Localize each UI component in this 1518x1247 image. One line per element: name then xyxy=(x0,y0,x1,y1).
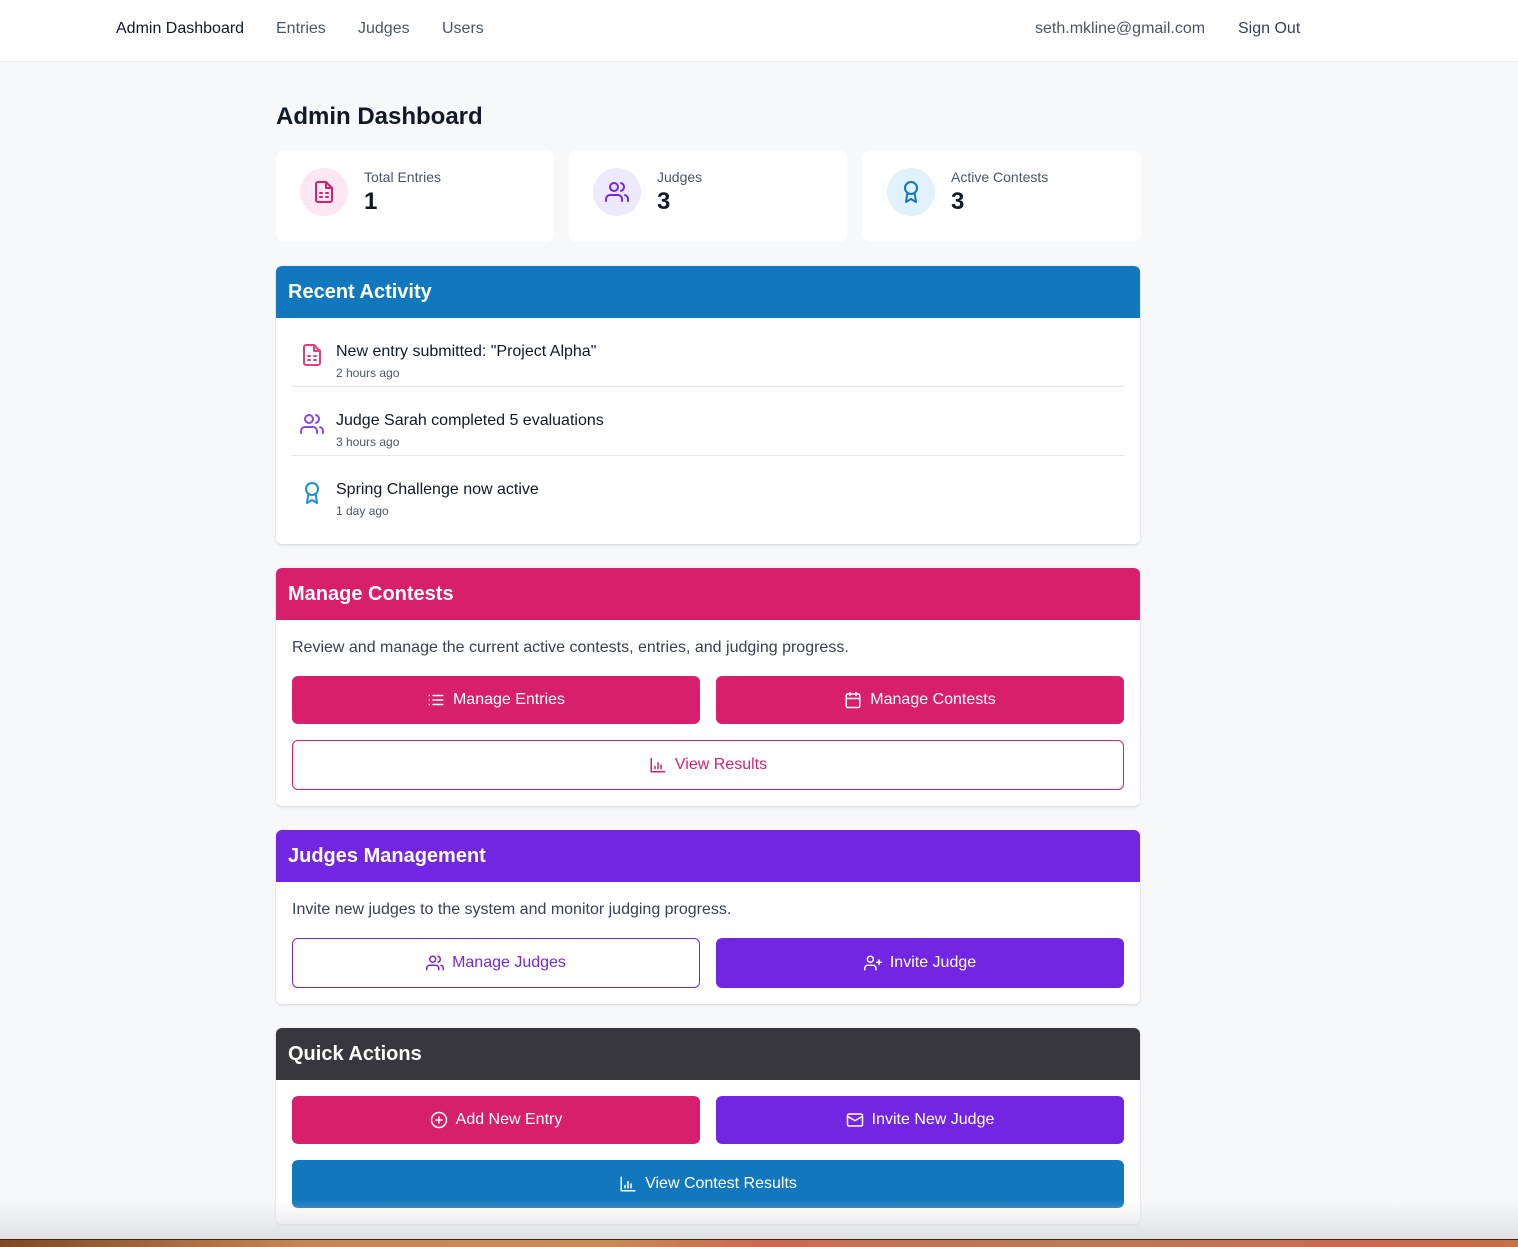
invite-judge-button[interactable]: Invite Judge xyxy=(716,938,1124,988)
user-plus-icon xyxy=(863,955,882,971)
users-icon xyxy=(593,168,641,216)
activity-item: Spring Challenge now active 1 day ago xyxy=(292,456,1124,525)
nav-link-entries[interactable]: Entries xyxy=(276,19,326,39)
stat-card-active-contests: Active Contests 3 xyxy=(863,150,1141,242)
judges-management-panel: Judges Management Invite new judges to t… xyxy=(276,830,1140,1004)
users-icon xyxy=(300,412,324,436)
stat-label: Judges xyxy=(657,169,703,185)
view-contest-results-button[interactable]: View Contest Results xyxy=(292,1160,1124,1208)
manage-judges-button[interactable]: Manage Judges xyxy=(292,938,700,988)
bar-chart-icon xyxy=(620,1176,636,1192)
button-label: Manage Entries xyxy=(452,691,566,708)
stat-card-total-entries: Total Entries 1 xyxy=(276,150,554,242)
view-results-button[interactable]: View Results xyxy=(292,740,1124,790)
activity-item: New entry submitted: "Project Alpha" 2 h… xyxy=(292,318,1124,387)
manage-contests-panel: Manage Contests Review and manage the cu… xyxy=(276,568,1140,806)
button-label: Invite New Judge xyxy=(871,1111,995,1128)
calendar-icon xyxy=(845,691,861,709)
panel-description: Review and manage the current active con… xyxy=(292,639,849,656)
stat-value: 1 xyxy=(364,188,378,215)
plus-circle-icon xyxy=(430,1111,447,1129)
panel-header: Recent Activity xyxy=(276,266,1140,318)
desktop-wallpaper-strip xyxy=(0,1239,1518,1247)
panel-header: Manage Contests xyxy=(276,568,1140,620)
bar-chart-icon xyxy=(650,757,666,773)
stat-value: 3 xyxy=(951,188,965,215)
button-label: Manage Contests xyxy=(870,691,996,708)
stat-label: Total Entries xyxy=(364,169,442,185)
list-icon xyxy=(428,694,444,706)
nav-link-users[interactable]: Users xyxy=(442,19,484,39)
activity-text: New entry submitted: "Project Alpha" xyxy=(336,343,597,360)
activity-text: Judge Sarah completed 5 evaluations xyxy=(336,412,604,429)
button-label: View Contest Results xyxy=(645,1175,797,1192)
top-navigation: Admin Dashboard Entries Judges Users set… xyxy=(0,0,1518,62)
page-title: Admin Dashboard xyxy=(276,103,483,130)
add-new-entry-button[interactable]: Add New Entry xyxy=(292,1096,700,1144)
quick-actions-panel: Quick Actions Add New Entry Invite New J… xyxy=(276,1028,1140,1224)
button-label: Invite Judge xyxy=(889,954,977,971)
button-label: Manage Judges xyxy=(452,954,566,971)
button-label: Add New Entry xyxy=(455,1111,563,1128)
award-icon xyxy=(887,168,935,216)
activity-text: Spring Challenge now active xyxy=(336,481,539,498)
users-icon xyxy=(426,955,445,971)
nav-link-judges[interactable]: Judges xyxy=(358,19,410,39)
panel-header: Quick Actions xyxy=(276,1028,1140,1080)
panel-description: Invite new judges to the system and moni… xyxy=(292,901,732,918)
manage-contests-button[interactable]: Manage Contests xyxy=(716,676,1124,724)
activity-item: Judge Sarah completed 5 evaluations 3 ho… xyxy=(292,387,1124,456)
recent-activity-panel: Recent Activity New entry submitted: "Pr… xyxy=(276,266,1140,544)
award-icon xyxy=(300,481,324,505)
sign-out-link[interactable]: Sign Out xyxy=(1238,19,1300,39)
invite-new-judge-button[interactable]: Invite New Judge xyxy=(716,1096,1124,1144)
panel-header: Judges Management xyxy=(276,830,1140,882)
button-label: View Results xyxy=(674,756,768,773)
manage-entries-button[interactable]: Manage Entries xyxy=(292,676,700,724)
activity-time: 2 hours ago xyxy=(336,366,400,380)
nav-link-admin-dashboard[interactable]: Admin Dashboard xyxy=(116,19,244,39)
stat-label: Active Contests xyxy=(951,169,1049,185)
activity-time: 3 hours ago xyxy=(336,435,400,449)
stat-value: 3 xyxy=(657,188,671,215)
user-email: seth.mkline@gmail.com xyxy=(1035,20,1206,37)
mail-icon xyxy=(846,1113,863,1127)
file-spreadsheet-icon xyxy=(300,168,348,216)
stat-card-judges: Judges 3 xyxy=(569,150,847,242)
activity-time: 1 day ago xyxy=(336,504,389,518)
file-spreadsheet-icon xyxy=(300,343,324,367)
